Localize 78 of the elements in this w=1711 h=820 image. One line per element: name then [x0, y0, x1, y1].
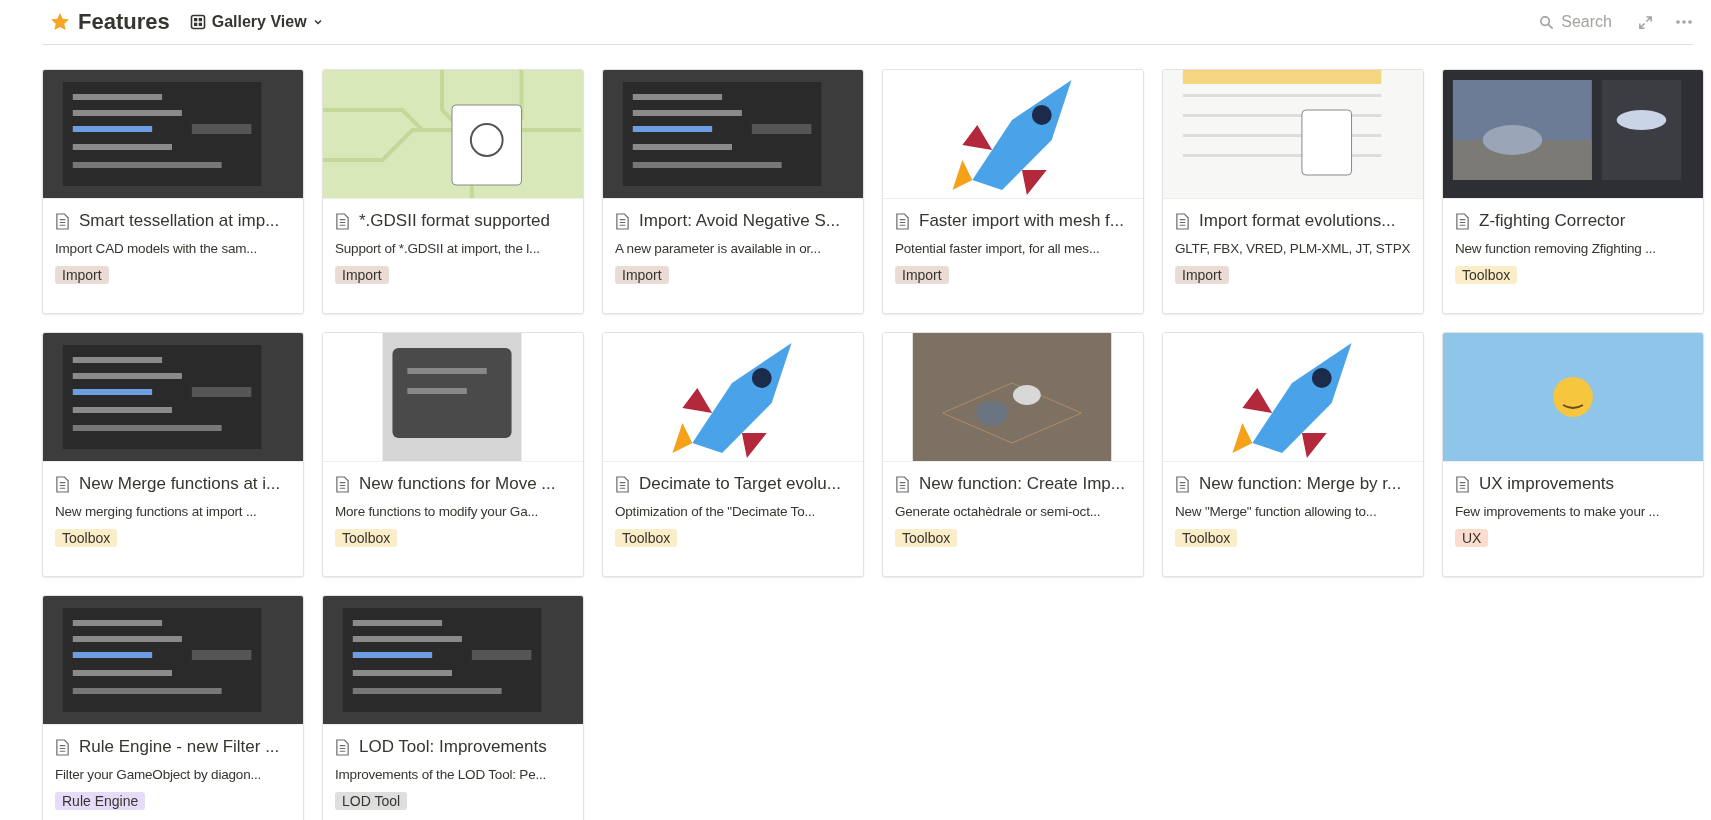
card-description: Support of *.GDSII at import, the l...	[335, 241, 540, 256]
gallery-card[interactable]: Import: Avoid Negative S... A new parameter is available in or... Import	[602, 69, 864, 314]
tag: Toolbox	[895, 529, 958, 547]
tag: Import	[335, 266, 389, 284]
page-icon	[895, 212, 910, 230]
tag: Toolbox	[615, 529, 678, 547]
page-icon	[55, 738, 70, 756]
gallery-card[interactable]: Z-fighting Corrector New function removing Zfighting ... Toolbox	[1442, 69, 1704, 314]
expand-icon[interactable]	[1638, 14, 1653, 30]
tag: Import	[615, 266, 669, 284]
card-description: Few improvements to make your ...	[1455, 504, 1660, 519]
page-icon	[1455, 212, 1470, 230]
card-description: More functions to modify your Ga...	[335, 504, 539, 519]
card-title: New function: Create Imp...	[919, 474, 1125, 494]
tag: Import	[1175, 266, 1229, 284]
page-icon	[335, 475, 350, 493]
star-icon	[50, 12, 70, 32]
page-icon	[55, 212, 70, 230]
page-icon	[1455, 475, 1470, 493]
tag: Toolbox	[1175, 529, 1238, 547]
page-icon	[55, 475, 70, 493]
card-description: A new parameter is available in or...	[615, 241, 821, 256]
gallery-icon	[189, 14, 206, 30]
gallery-card[interactable]: Rule Engine - new Filter ... Filter your GameObject by diagon... Rule Engine	[42, 595, 304, 820]
card-description: Improvements of the LOD Tool: Pe...	[335, 767, 547, 782]
gallery-card[interactable]: New function: Create Imp... Generate octahèdrale or semi-oct... Toolbox	[882, 332, 1144, 577]
tag: Toolbox	[1455, 266, 1518, 284]
gallery-card[interactable]: UX improvements Few improvements to make your ... UX	[1442, 332, 1704, 577]
card-description: Generate octahèdrale or semi-oct...	[895, 504, 1101, 519]
gallery-card[interactable]: New functions for Move ... More functions to modify your Ga... Toolbox	[322, 332, 584, 577]
tag: Toolbox	[335, 529, 398, 547]
page-icon	[335, 212, 350, 230]
gallery-card[interactable]: Decimate to Target evolu... Optimization of the "Decimate To... Toolbox	[602, 332, 864, 577]
card-title: New function: Merge by r...	[1199, 474, 1402, 494]
card-description: New function removing Zfighting ...	[1455, 241, 1656, 256]
page-icon	[1175, 212, 1190, 230]
card-title: Smart tessellation at imp...	[79, 211, 280, 231]
card-title: LOD Tool: Improvements	[359, 737, 547, 757]
more-icon[interactable]	[1675, 19, 1693, 25]
card-description: New merging functions at import ...	[55, 504, 257, 519]
view-dropdown[interactable]: Gallery View	[185, 11, 327, 33]
gallery-card[interactable]: *.GDSII format supported Support of *.GDSII at import, the l... Import	[322, 69, 584, 314]
card-description: New "Merge" function allowing to...	[1175, 504, 1377, 519]
gallery-card[interactable]: New Merge functions at i... New merging functions at import ... Toolbox	[42, 332, 304, 577]
caret-icon	[312, 17, 323, 27]
card-title: Rule Engine - new Filter ...	[79, 737, 280, 757]
page-title: Features	[78, 9, 170, 35]
card-title: Decimate to Target evolu...	[639, 474, 841, 494]
tag: Rule Engine	[55, 792, 146, 810]
card-title: UX improvements	[1479, 474, 1615, 494]
tag: Import	[895, 266, 949, 284]
tag: LOD Tool	[335, 792, 408, 810]
tag: Toolbox	[55, 529, 118, 547]
page-icon	[895, 475, 910, 493]
card-title: Faster import with mesh f...	[919, 211, 1124, 231]
gallery-card[interactable]: New function: Merge by r... New "Merge" function allowing to... Toolbox	[1162, 332, 1424, 577]
gallery-card[interactable]: Faster import with mesh f... Potential faster import, for all mes... Import	[882, 69, 1144, 314]
card-title: New functions for Move ...	[359, 474, 556, 494]
card-title: Import format evolutions...	[1199, 211, 1396, 231]
card-description: Potential faster import, for all mes...	[895, 241, 1100, 256]
page-icon	[615, 212, 630, 230]
card-title: *.GDSII format supported	[359, 211, 550, 231]
gallery-card[interactable]: Smart tessellation at imp... Import CAD models with the sam... Import	[42, 69, 304, 314]
card-title: Import: Avoid Negative S...	[639, 211, 840, 231]
gallery-card[interactable]: LOD Tool: Improvements Improvements of the LOD Tool: Pe... LOD Tool	[322, 595, 584, 820]
card-title: New Merge functions at i...	[79, 474, 281, 494]
card-description: Import CAD models with the sam...	[55, 241, 257, 256]
gallery-card[interactable]: Import format evolutions... GLTF, FBX, VRED, PLM-XML, JT, STPX Import	[1162, 69, 1424, 314]
tag: Import	[55, 266, 109, 284]
card-description: Filter your GameObject by diagon...	[55, 767, 262, 782]
search-icon	[1539, 14, 1555, 30]
tag: UX	[1455, 529, 1489, 547]
page-icon	[1175, 475, 1190, 493]
card-title: Z-fighting Corrector	[1479, 211, 1626, 231]
card-description: Optimization of the "Decimate To...	[615, 504, 816, 519]
page-icon	[615, 475, 630, 493]
card-description: GLTF, FBX, VRED, PLM-XML, JT, STPX	[1175, 241, 1411, 256]
page-icon	[335, 738, 350, 756]
